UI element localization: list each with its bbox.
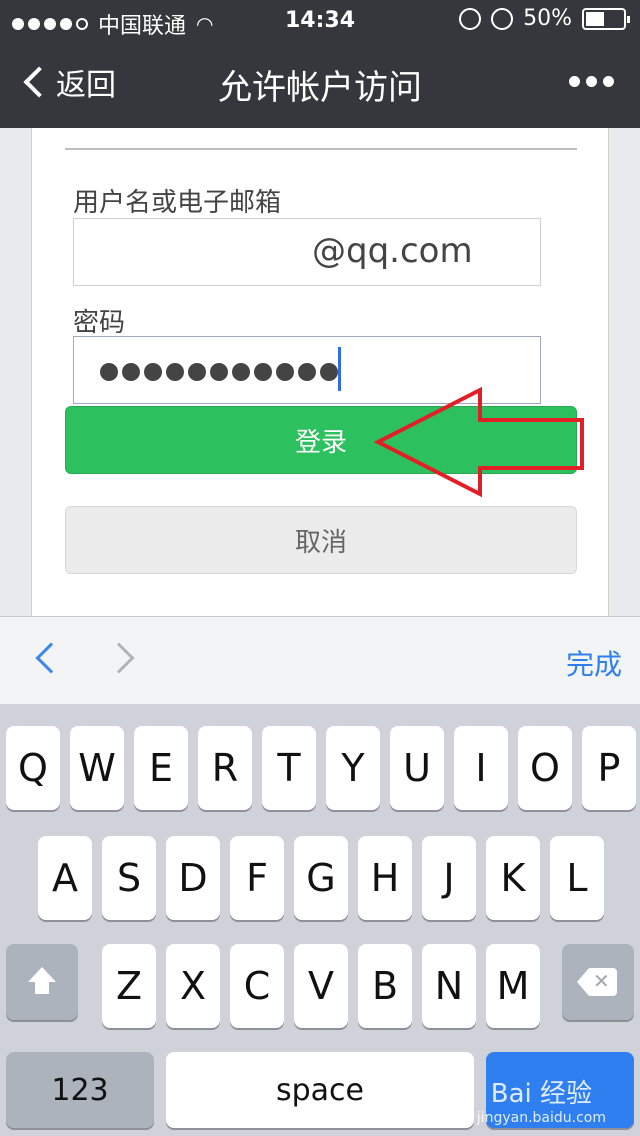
key-t[interactable]: T [262, 726, 316, 810]
key-m[interactable]: M [486, 944, 540, 1028]
key-o[interactable]: O [518, 726, 572, 810]
password-dot [320, 363, 338, 381]
password-dot [188, 363, 206, 381]
watermark-url: jingyan.baidu.com [476, 1110, 606, 1126]
navigation-bar: 中国联通 ◠ 14:34 50% 返回 允许帐户访问 [0, 0, 640, 128]
number-mode-key[interactable]: 123 [6, 1052, 154, 1128]
key-e[interactable]: E [134, 726, 188, 810]
key-b[interactable]: B [358, 944, 412, 1028]
key-u[interactable]: U [390, 726, 444, 810]
cancel-button[interactable]: 取消 [65, 506, 577, 574]
password-label: 密码 [73, 308, 126, 338]
key-r[interactable]: R [198, 726, 252, 810]
password-dot [122, 363, 140, 381]
password-dot [166, 363, 184, 381]
page-content: 用户名或电子邮箱 @qq.com 密码 登录 取消 [0, 128, 640, 616]
password-dot [276, 363, 294, 381]
rotation-lock-icon [459, 7, 482, 30]
done-button[interactable]: 完成 [566, 643, 622, 683]
key-c[interactable]: C [230, 944, 284, 1028]
shift-icon [27, 967, 57, 997]
battery-percent: 50% [523, 6, 572, 31]
more-dot-icon [569, 76, 580, 87]
battery-icon [582, 7, 630, 30]
backspace-key[interactable] [562, 944, 634, 1020]
key-f[interactable]: F [230, 836, 284, 920]
password-dot [232, 363, 250, 381]
text-cursor [338, 347, 341, 391]
key-n[interactable]: N [422, 944, 476, 1028]
more-dot-icon [603, 76, 614, 87]
key-w[interactable]: W [70, 726, 124, 810]
login-card: 用户名或电子邮箱 @qq.com 密码 登录 取消 [31, 128, 609, 616]
watermark: Bai 经验 jingyan.baidu.com [477, 1073, 606, 1126]
backspace-icon [577, 968, 619, 996]
keyboard-accessory-bar: 完成 [0, 616, 640, 704]
key-y[interactable]: Y [326, 726, 380, 810]
key-v[interactable]: V [294, 944, 348, 1028]
key-k[interactable]: K [486, 836, 540, 920]
key-i[interactable]: I [454, 726, 508, 810]
space-key[interactable]: space [166, 1052, 474, 1128]
status-bar: 中国联通 ◠ 14:34 50% [0, 0, 640, 40]
key-a[interactable]: A [38, 836, 92, 920]
watermark-logo: Bai 经验 [490, 1079, 593, 1109]
key-p[interactable]: P [582, 726, 636, 810]
keyboard: 123 space Bai 经验 jingyan.baidu.com QWERT… [0, 704, 640, 1136]
alarm-icon [491, 7, 514, 30]
key-q[interactable]: Q [6, 726, 60, 810]
password-dot [210, 363, 228, 381]
username-input[interactable]: @qq.com [73, 218, 541, 286]
username-value: @qq.com [312, 231, 473, 271]
password-dot [100, 363, 118, 381]
more-button[interactable] [569, 76, 614, 87]
red-arrow-annotation [373, 386, 584, 498]
page-title: 允许帐户访问 [218, 68, 422, 108]
password-dot [254, 363, 272, 381]
username-label: 用户名或电子邮箱 [73, 188, 282, 218]
status-right: 50% [459, 6, 630, 31]
key-h[interactable]: H [358, 836, 412, 920]
key-g[interactable]: G [294, 836, 348, 920]
key-j[interactable]: J [422, 836, 476, 920]
key-d[interactable]: D [166, 836, 220, 920]
next-field-icon[interactable] [103, 642, 135, 674]
key-l[interactable]: L [550, 836, 604, 920]
more-dot-icon [586, 76, 597, 87]
password-mask [100, 363, 338, 381]
password-dot [144, 363, 162, 381]
key-s[interactable]: S [102, 836, 156, 920]
divider [65, 148, 577, 150]
previous-field-icon[interactable] [35, 642, 67, 674]
key-x[interactable]: X [166, 944, 220, 1028]
password-dot [298, 363, 316, 381]
shift-key[interactable] [6, 944, 78, 1020]
key-z[interactable]: Z [102, 944, 156, 1028]
